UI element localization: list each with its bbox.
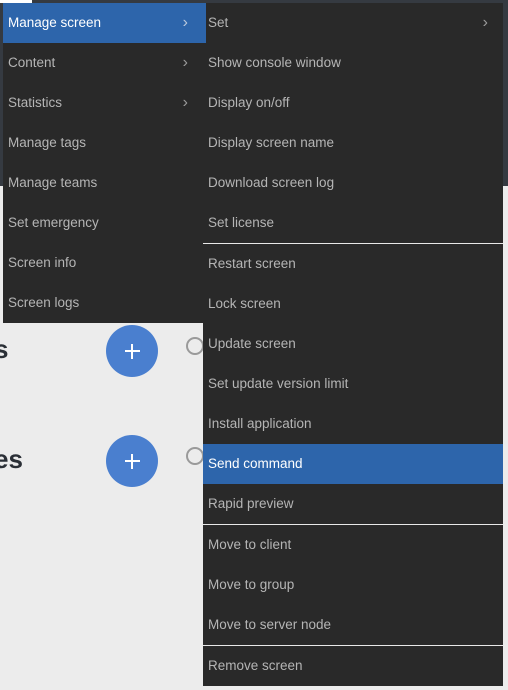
submenu-item-display-on-off[interactable]: Display on/off <box>203 83 503 123</box>
submenu-item-install-application[interactable]: Install application <box>203 404 503 444</box>
submenu-item-display-screen-name[interactable]: Display screen name <box>203 123 503 163</box>
add-button[interactable] <box>106 435 158 487</box>
chevron-right-icon: › <box>182 94 188 111</box>
submenu-item-set-update-version-limit[interactable]: Set update version limit <box>203 364 503 404</box>
menu-item-label: Statistics <box>8 95 63 110</box>
section-heading: s <box>0 334 9 364</box>
menu-item-label: Set <box>208 15 229 30</box>
submenu-item-lock-screen[interactable]: Lock screen <box>203 284 503 324</box>
menu-item-screen-logs[interactable]: Screen logs <box>3 283 203 323</box>
menu-item-statistics[interactable]: Statistics › <box>3 83 203 123</box>
submenu-item-send-command[interactable]: Send command <box>203 444 503 484</box>
submenu-item-set-license[interactable]: Set license <box>203 203 503 243</box>
submenu-item-download-screen-log[interactable]: Download screen log <box>203 163 503 203</box>
submenu-item-move-to-group[interactable]: Move to group <box>203 565 503 605</box>
context-menu: Manage screen › Content › Statistics › M… <box>3 3 203 323</box>
add-button[interactable] <box>106 325 158 377</box>
menu-item-label: Content <box>8 55 56 70</box>
radio-button[interactable] <box>186 337 204 355</box>
menu-item-manage-tags[interactable]: Manage tags <box>3 123 203 163</box>
submenu-item-restart-screen[interactable]: Restart screen <box>203 244 503 284</box>
menu-item-content[interactable]: Content › <box>3 43 203 83</box>
menu-item-manage-screen[interactable]: Manage screen › <box>3 3 203 43</box>
submenu-item-show-console-window[interactable]: Show console window <box>203 43 503 83</box>
submenu-item-set[interactable]: Set › <box>203 3 503 43</box>
menu-item-screen-info[interactable]: Screen info <box>3 243 203 283</box>
radio-button[interactable] <box>186 447 204 465</box>
submenu-manage-screen: Set › Show console window Display on/off… <box>203 3 503 686</box>
menu-item-manage-teams[interactable]: Manage teams <box>3 163 203 203</box>
submenu-item-move-to-server-node[interactable]: Move to server node <box>203 605 503 645</box>
submenu-item-update-screen[interactable]: Update screen <box>203 324 503 364</box>
submenu-item-remove-screen[interactable]: Remove screen <box>203 646 503 686</box>
submenu-item-rapid-preview[interactable]: Rapid preview <box>203 484 503 524</box>
chevron-right-icon: › <box>182 14 188 31</box>
section-heading: es <box>0 444 23 474</box>
chevron-right-icon: › <box>182 54 188 71</box>
submenu-item-move-to-client[interactable]: Move to client <box>203 525 503 565</box>
menu-item-set-emergency[interactable]: Set emergency <box>3 203 203 243</box>
chevron-right-icon: › <box>482 14 488 31</box>
menu-item-label: Manage screen <box>8 15 102 30</box>
